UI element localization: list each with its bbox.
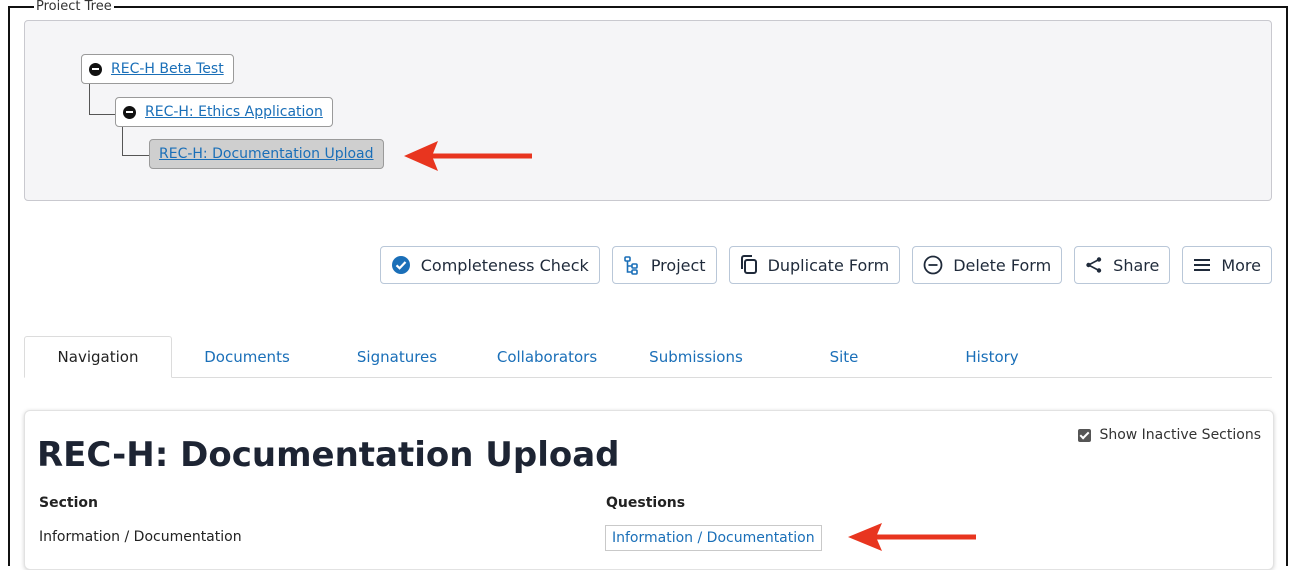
tab-documents[interactable]: Documents — [186, 336, 308, 377]
tree-connector — [89, 114, 115, 115]
form-tabs: Navigation Documents Signatures Collabor… — [24, 336, 1272, 378]
tab-site[interactable]: Site — [814, 336, 874, 377]
completeness-check-label: Completeness Check — [420, 255, 589, 275]
tree-connector — [122, 127, 123, 155]
tree-node-documentation-upload[interactable]: REC-H: Documentation Upload — [149, 139, 384, 169]
annotation-arrow-icon — [404, 141, 532, 171]
project-button[interactable]: Project — [611, 246, 717, 284]
tree-node-link[interactable]: REC-H Beta Test — [111, 61, 224, 77]
project-label: Project — [650, 255, 706, 275]
share-label: Share — [1113, 255, 1160, 275]
project-tree-icon — [623, 255, 641, 275]
duplicate-form-label: Duplicate Form — [767, 255, 890, 275]
collapse-icon[interactable] — [123, 105, 136, 119]
annotation-arrow-icon — [848, 523, 976, 551]
questions-column-header: Questions — [606, 495, 686, 511]
tree-node-link[interactable]: REC-H: Documentation Upload — [159, 146, 374, 162]
minus-circle-icon — [923, 255, 943, 275]
tab-collaborators[interactable]: Collaborators — [482, 336, 612, 377]
share-button[interactable]: Share — [1074, 246, 1171, 284]
tree-node-link[interactable]: REC-H: Ethics Application — [145, 104, 323, 120]
hamburger-menu-icon — [1193, 258, 1211, 272]
check-circle-icon — [391, 255, 411, 275]
delete-form-button[interactable]: Delete Form — [912, 246, 1063, 284]
tab-signatures[interactable]: Signatures — [342, 336, 452, 377]
form-toolbar: Completeness Check Project Duplicate For… — [379, 246, 1272, 284]
copy-icon — [740, 255, 758, 275]
checkbox-checked-icon[interactable] — [1078, 428, 1092, 442]
tree-connector — [122, 155, 149, 156]
duplicate-form-button[interactable]: Duplicate Form — [728, 246, 901, 284]
show-inactive-label: Show Inactive Sections — [1099, 427, 1261, 443]
tab-submissions[interactable]: Submissions — [636, 336, 756, 377]
project-tree-legend: Project Tree — [34, 0, 114, 10]
tab-navigation[interactable]: Navigation — [24, 336, 172, 378]
show-inactive-toggle[interactable]: Show Inactive Sections — [1078, 427, 1261, 443]
tree-node-ethics-application[interactable]: REC-H: Ethics Application — [115, 97, 333, 127]
more-label: More — [1221, 255, 1261, 275]
section-name: Information / Documentation — [39, 529, 242, 545]
delete-form-label: Delete Form — [953, 255, 1052, 275]
tree-node-beta-test[interactable]: REC-H Beta Test — [81, 54, 234, 84]
tab-history[interactable]: History — [950, 336, 1034, 377]
question-link[interactable]: Information / Documentation — [605, 525, 822, 551]
more-button[interactable]: More — [1182, 246, 1272, 284]
tree-connector — [89, 83, 90, 114]
project-tree-panel: REC-H Beta Test REC-H: Ethics Applicatio… — [24, 20, 1272, 201]
completeness-check-button[interactable]: Completeness Check — [379, 246, 600, 284]
collapse-icon[interactable] — [89, 62, 102, 76]
section-column-header: Section — [39, 495, 98, 511]
share-icon — [1085, 256, 1103, 274]
form-navigation-card: REC-H: Documentation Upload Show Inactiv… — [24, 410, 1274, 570]
form-title: REC-H: Documentation Upload — [37, 435, 620, 475]
